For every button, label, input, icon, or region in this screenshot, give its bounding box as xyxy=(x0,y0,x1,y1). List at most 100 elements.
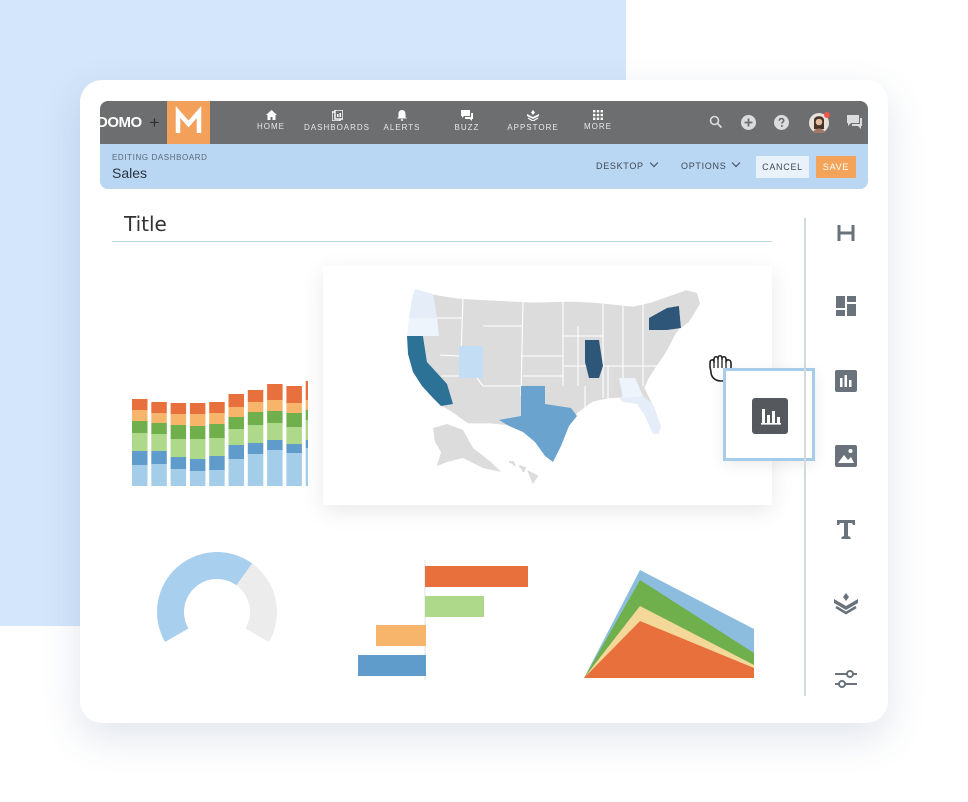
stacked-bar-segment xyxy=(170,439,187,457)
stacked-bar-segment xyxy=(170,403,187,414)
nav-home-label: HOME xyxy=(257,122,285,131)
chevron-down-icon xyxy=(649,158,658,168)
top-nav-bar: DOMO HOME DASHBOARDS ALERTS BUZZ APPSTOR… xyxy=(100,101,868,144)
stacked-bar-segment xyxy=(267,400,283,411)
appstore-icon xyxy=(834,593,858,615)
stacked-bar-segment xyxy=(189,426,206,439)
stacked-bar-segment xyxy=(228,459,244,486)
stacked-bar-segment xyxy=(286,444,302,453)
stacked-bar-segment xyxy=(305,448,308,486)
nav-buzz[interactable]: BUZZ xyxy=(434,101,500,144)
stacked-bar-segment xyxy=(247,454,264,486)
stacked-bar-segment xyxy=(247,412,264,425)
horizontal-bar xyxy=(358,655,426,676)
donut-chart[interactable] xyxy=(150,550,285,660)
layout-tool[interactable] xyxy=(830,290,862,322)
stacked-bar-segment xyxy=(209,413,225,424)
stacked-bar-segment xyxy=(286,453,302,486)
text-tool[interactable] xyxy=(830,513,862,545)
domo-logo[interactable]: DOMO xyxy=(100,101,142,144)
nav-alerts[interactable]: ALERTS xyxy=(369,101,435,144)
help-icon[interactable] xyxy=(774,115,789,130)
chart-tool[interactable] xyxy=(830,365,862,397)
stacked-bar-segment xyxy=(228,445,244,459)
stacked-bar-segment xyxy=(170,425,187,439)
dashboard-name[interactable]: Sales xyxy=(112,165,147,181)
state-oregon xyxy=(407,318,439,336)
nav-appstore-label: APPSTORE xyxy=(507,123,559,132)
stacked-bar-segment xyxy=(189,403,206,414)
image-tool[interactable] xyxy=(830,440,862,472)
title-input[interactable] xyxy=(112,206,772,242)
state-hawaii xyxy=(509,461,539,485)
stacked-bar-segment xyxy=(151,464,167,486)
stacked-bar-segment xyxy=(228,394,244,407)
layout-icon xyxy=(836,296,856,316)
messages-icon[interactable] xyxy=(847,115,862,129)
stacked-bar-segment xyxy=(247,402,264,412)
map-card[interactable] xyxy=(323,266,772,505)
stacked-bar-segment xyxy=(170,457,187,469)
stacked-bar-segment xyxy=(189,471,206,486)
horizontal-bar-chart[interactable] xyxy=(350,560,540,685)
stacked-bar-segment xyxy=(267,411,283,423)
stacked-bar-segment xyxy=(170,469,187,486)
stacked-bar-segment xyxy=(286,413,302,427)
stacked-area-chart[interactable] xyxy=(580,560,760,685)
text-icon xyxy=(837,520,855,539)
stacked-bar-segment xyxy=(132,433,148,451)
stacked-bar-segment xyxy=(286,403,302,413)
appstore-tool[interactable] xyxy=(830,588,862,620)
search-icon[interactable] xyxy=(709,115,723,129)
nav-home[interactable]: HOME xyxy=(238,101,304,144)
nav-buzz-label: BUZZ xyxy=(454,123,480,132)
chart-icon xyxy=(752,398,788,434)
stacked-bar-segment xyxy=(247,390,264,402)
heading-tool[interactable] xyxy=(830,217,862,249)
stacked-bar-segment xyxy=(305,420,308,440)
editing-label: EDITING DASHBOARD xyxy=(112,153,208,162)
stacked-bar-chart[interactable] xyxy=(128,345,308,490)
dragged-chart-card[interactable] xyxy=(723,368,815,461)
cancel-button[interactable]: CANCEL xyxy=(756,156,809,178)
stacked-bar-segment xyxy=(151,402,167,413)
stacked-bar-segment xyxy=(209,456,225,470)
add-icon[interactable] xyxy=(741,115,756,130)
stacked-bar-segment xyxy=(247,443,264,454)
stacked-bar-segment xyxy=(151,413,167,423)
appstore-icon xyxy=(527,110,539,121)
stacked-bar-segment xyxy=(189,414,206,426)
stacked-bar-segment xyxy=(209,470,225,486)
app-logo[interactable] xyxy=(167,101,210,144)
add-app-button[interactable]: + xyxy=(142,101,167,144)
desktop-dropdown[interactable]: DESKTOP xyxy=(596,158,658,171)
save-button[interactable]: SAVE xyxy=(816,156,856,178)
stacked-bar-segment xyxy=(267,423,283,440)
heading-icon xyxy=(837,225,855,241)
stacked-bar-segment xyxy=(286,427,302,444)
stacked-bar-segment xyxy=(228,417,244,429)
horizontal-bar xyxy=(425,596,484,617)
horizontal-bar xyxy=(425,566,528,587)
options-dropdown[interactable]: OPTIONS xyxy=(681,158,741,171)
state-alaska xyxy=(433,424,501,472)
bell-icon xyxy=(397,110,407,121)
toolbar-divider xyxy=(804,218,806,696)
nav-dashboards-label: DASHBOARDS xyxy=(304,123,371,132)
stacked-bar-segment xyxy=(209,402,225,413)
stacked-bar-segment xyxy=(151,423,167,434)
stacked-bar-segment xyxy=(305,440,308,448)
m-logo-icon xyxy=(175,106,202,133)
stacked-bar-segment xyxy=(228,429,244,445)
nav-appstore[interactable]: APPSTORE xyxy=(500,101,566,144)
stacked-bar-segment xyxy=(209,424,225,438)
avatar[interactable] xyxy=(808,112,830,134)
stacked-bar-segment xyxy=(189,459,206,471)
nav-dashboards[interactable]: DASHBOARDS xyxy=(304,101,370,144)
stacked-bar-segment xyxy=(305,381,308,400)
chevron-down-icon xyxy=(732,158,741,168)
stacked-bar-segment xyxy=(267,450,283,486)
home-icon xyxy=(265,110,277,120)
nav-more[interactable]: MORE xyxy=(565,101,631,144)
settings-tool[interactable] xyxy=(830,663,862,695)
